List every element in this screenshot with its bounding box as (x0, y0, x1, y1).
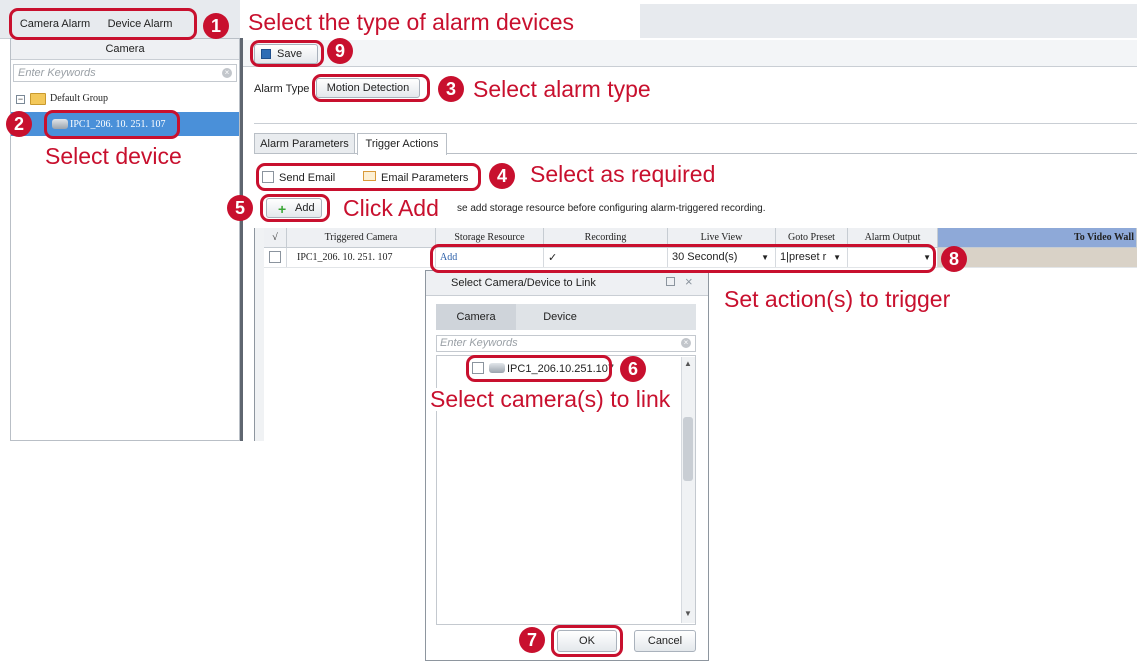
annotation-click-add: Click Add (341, 195, 441, 221)
top-strip (640, 4, 1137, 38)
close-icon[interactable]: × (685, 274, 693, 289)
step-2-badge: 2 (6, 111, 32, 137)
step-1-badge: 1 (203, 13, 229, 39)
group-label: Default Group (50, 93, 109, 104)
step-3-badge: 3 (438, 76, 464, 102)
row-checkbox-cell (264, 248, 287, 267)
highlight-alarm-tabs (9, 8, 197, 40)
dialog-title-bar: Select Camera/Device to Link × (426, 271, 708, 296)
annotation-select-required: Select as required (526, 163, 720, 186)
table-gutter (255, 228, 264, 441)
left-search-input[interactable]: Enter Keywords × (13, 64, 237, 82)
annotation-alarm-type: Select alarm type (473, 76, 651, 102)
search-placeholder: Enter Keywords (18, 67, 96, 79)
dialog-search-input[interactable]: Enter Keywords × (436, 335, 696, 352)
scroll-thumb[interactable] (683, 417, 693, 481)
collapse-icon[interactable]: − (16, 95, 25, 104)
tab-alarm-parameters[interactable]: Alarm Parameters (254, 133, 355, 154)
camera-panel-header: Camera (11, 39, 239, 60)
dialog-title: Select Camera/Device to Link (451, 277, 596, 289)
scroll-up-icon[interactable]: ▲ (684, 359, 692, 368)
header-to-video-wall: To Video Wall (938, 228, 1137, 247)
highlight-alarm-type (312, 74, 430, 102)
highlight-add (260, 194, 330, 222)
dialog-tab-camera[interactable]: Camera (436, 304, 516, 330)
left-splitter[interactable] (240, 38, 243, 441)
annotation-select-type: Select the type of alarm devices (244, 11, 578, 34)
scroll-down-icon[interactable]: ▼ (684, 609, 692, 618)
storage-notice: se add storage resource before configuri… (457, 203, 766, 214)
toolbar (243, 40, 1137, 67)
step-9-badge: 9 (327, 38, 353, 64)
row-triggered-camera: IPC1_206. 10. 251. 107 (287, 248, 436, 267)
dialog-tab-device[interactable]: Device (520, 304, 600, 330)
clear-icon[interactable]: × (222, 68, 232, 78)
row-video-wall[interactable] (938, 248, 1137, 267)
highlight-dialog-item (466, 355, 612, 382)
highlight-device (44, 110, 180, 139)
video-wall-label: To Video Wall (1073, 232, 1134, 243)
step-4-badge: 4 (489, 163, 515, 189)
clear-icon[interactable]: × (681, 338, 691, 348)
cancel-button[interactable]: Cancel (634, 630, 696, 652)
row-checkbox[interactable] (269, 251, 281, 263)
alarm-type-label: Alarm Type (254, 83, 310, 95)
annotation-select-cameras: Select camera(s) to link (428, 386, 673, 412)
highlight-email (256, 163, 481, 191)
section-divider (254, 123, 1137, 124)
annotation-select-device: Select device (45, 143, 182, 169)
dialog-search-placeholder: Enter Keywords (440, 337, 518, 349)
header-triggered-camera: Triggered Camera (287, 228, 436, 247)
tab-trigger-actions[interactable]: Trigger Actions (357, 133, 447, 155)
highlight-save (250, 40, 324, 67)
header-check[interactable]: √ (264, 228, 287, 247)
highlight-trigger-row (430, 244, 936, 273)
highlight-ok (551, 625, 623, 657)
step-8-badge: 8 (941, 246, 967, 272)
dialog-scrollbar[interactable]: ▲ ▼ (681, 357, 695, 623)
step-6-badge: 6 (620, 356, 646, 382)
step-5-badge: 5 (227, 195, 253, 221)
step-7-badge: 7 (519, 627, 545, 653)
annotation-set-actions: Set action(s) to trigger (724, 286, 951, 312)
folder-icon (30, 93, 46, 105)
maximize-icon[interactable] (666, 277, 675, 286)
tree-group-row[interactable]: − Default Group (16, 92, 216, 108)
